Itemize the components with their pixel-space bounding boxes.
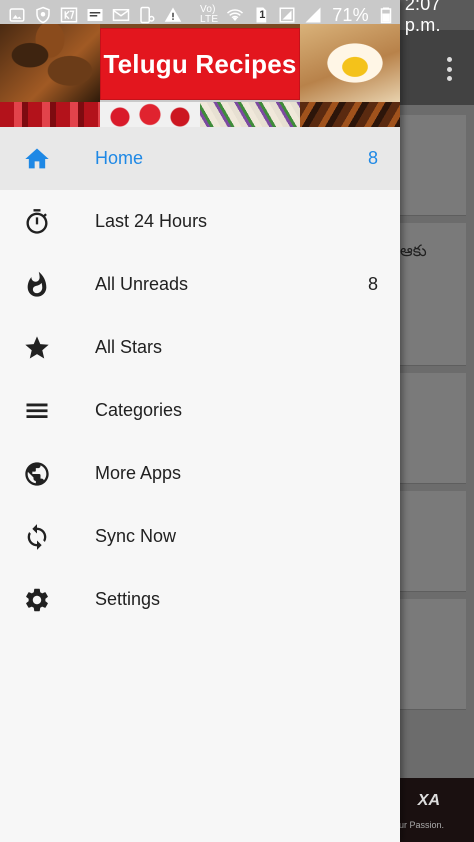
home-icon <box>23 145 51 173</box>
signal-strength-icon <box>304 6 322 24</box>
sync-icon <box>23 523 51 551</box>
ad-text: XA <box>417 792 440 809</box>
drawer-item-label: All Stars <box>95 337 163 357</box>
drawer-item-home[interactable]: Home 8 <box>0 127 400 190</box>
k7-icon <box>60 6 78 24</box>
sim-icon: 1 <box>252 6 270 24</box>
star-icon <box>23 334 51 362</box>
drawer-item-last-24-hours[interactable]: Last 24 Hours <box>0 190 400 253</box>
unread-count: 8 <box>367 274 378 294</box>
drawer-item-label: All Unreads <box>95 274 189 294</box>
food-photo <box>300 102 400 127</box>
drawer-item-categories[interactable]: Categories <box>0 379 400 442</box>
image-icon <box>8 6 26 24</box>
drawer-item-label: Home <box>95 148 144 168</box>
news-icon <box>86 6 104 24</box>
drawer-item-sync-now[interactable]: Sync Now <box>0 505 400 568</box>
drawer-item-label: Settings <box>95 589 161 609</box>
list-item-snippet: ఆకు <box>400 243 427 260</box>
food-photo <box>0 102 100 127</box>
globe-icon <box>23 460 51 488</box>
sim-number: 1 <box>259 9 266 21</box>
drawer-item-label: More Apps <box>95 463 182 483</box>
drawer-item-more-apps[interactable]: More Apps <box>0 442 400 505</box>
mail-icon <box>112 6 130 24</box>
gear-icon <box>23 586 51 614</box>
drawer-item-label: Sync Now <box>95 526 177 546</box>
menu-icon <box>23 397 51 425</box>
food-photo <box>0 24 100 102</box>
battery-icon <box>377 6 395 24</box>
network-type-label: Vo) LTE <box>200 4 219 25</box>
navigation-drawer: Telugu Recipes Home 8 Last 24 Hours All … <box>0 0 400 842</box>
clock: 2:07 p.m. <box>404 0 441 35</box>
battery-percent: 71% <box>332 4 369 25</box>
status-bar: Vo) LTE 1 71% 2:07 p.m. <box>0 0 474 35</box>
food-photo <box>200 102 300 127</box>
drawer-item-all-unreads[interactable]: All Unreads 8 <box>0 253 400 316</box>
wifi-icon <box>226 6 244 24</box>
banner-title: Telugu Recipes <box>103 48 297 79</box>
overflow-menu-icon[interactable] <box>446 57 452 81</box>
drawer-item-all-stars[interactable]: All Stars <box>0 316 400 379</box>
drawer-item-label: Categories <box>95 400 183 420</box>
drawer-item-settings[interactable]: Settings <box>0 568 400 631</box>
food-photo <box>100 102 200 127</box>
shield-icon <box>34 6 52 24</box>
app-banner-logo: Telugu Recipes <box>100 28 300 100</box>
signal-icon <box>278 6 296 24</box>
stopwatch-icon <box>23 208 51 236</box>
drawer-item-label: Last 24 Hours <box>95 211 208 231</box>
flame-icon <box>23 271 51 299</box>
warning-icon <box>164 6 182 24</box>
drawer-menu: Home 8 Last 24 Hours All Unreads 8 All S… <box>0 127 400 631</box>
phone-settings-icon <box>138 6 156 24</box>
unread-count: 8 <box>367 148 378 168</box>
